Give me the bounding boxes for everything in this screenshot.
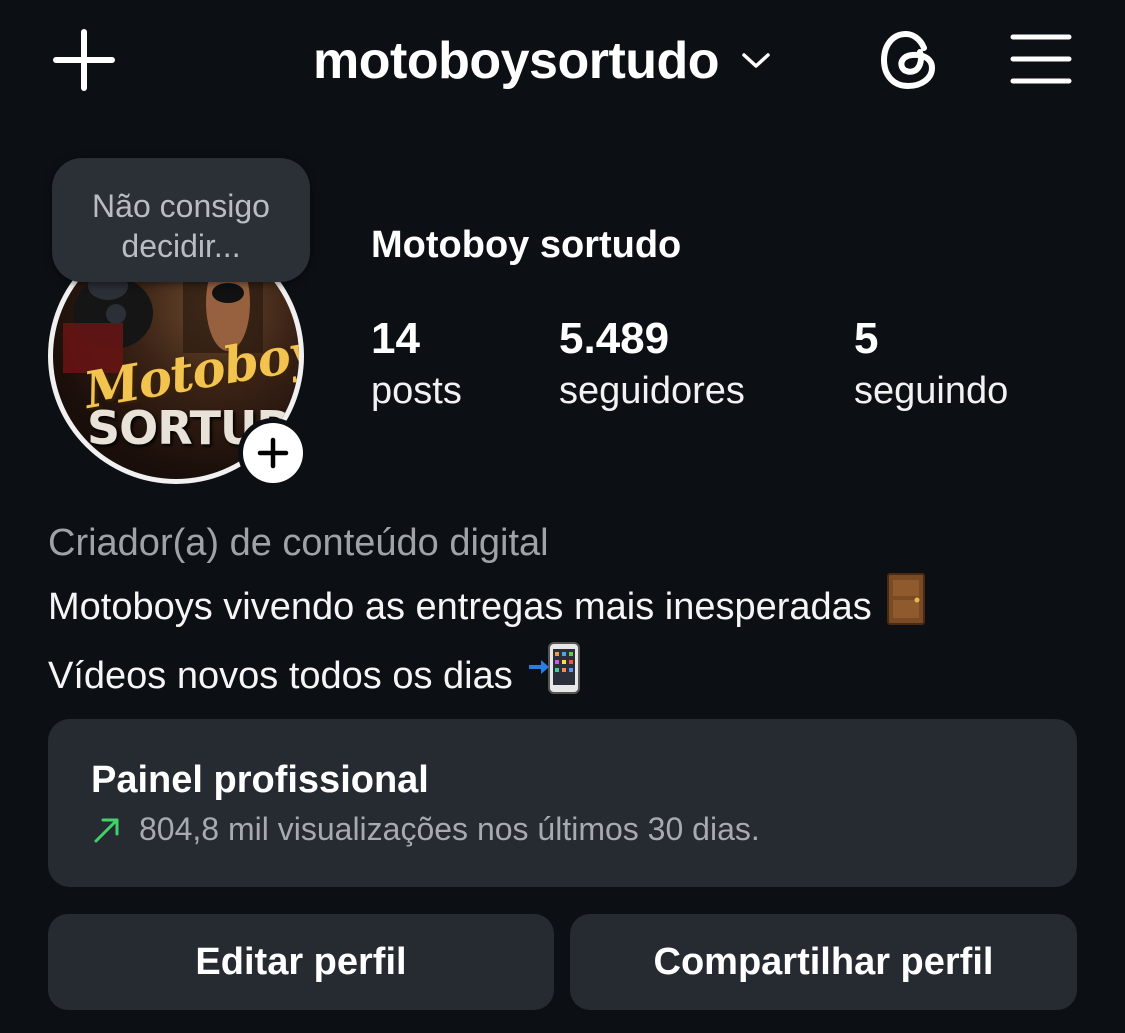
edit-profile-button[interactable]: Editar perfil bbox=[48, 914, 554, 1010]
bio-line-1: Motoboys vivendo as entregas mais inespe… bbox=[48, 585, 872, 628]
chevron-down-icon bbox=[742, 53, 770, 68]
door-emoji bbox=[886, 572, 926, 641]
create-button[interactable] bbox=[52, 28, 116, 92]
add-story-button[interactable] bbox=[238, 418, 308, 488]
bio-line-2: Vídeos novos todos os dias bbox=[48, 654, 513, 697]
threads-button[interactable] bbox=[876, 26, 942, 94]
stat-followers-label: seguidores bbox=[559, 370, 745, 412]
add-story-circle bbox=[243, 423, 303, 483]
bio-line: Motoboys vivendo as entregas mais inespe… bbox=[48, 572, 926, 641]
profile-category: Criador(a) de conteúdo digital bbox=[48, 522, 549, 564]
bio-line: Vídeos novos todos os dias bbox=[48, 641, 926, 710]
stat-followers[interactable]: 5.489 seguidores bbox=[559, 312, 745, 416]
share-profile-button[interactable]: Compartilhar perfil bbox=[570, 914, 1077, 1010]
mobile-phone-with-arrow-emoji bbox=[527, 641, 583, 710]
profile-note-text: Não consigo decidir... bbox=[92, 188, 270, 264]
display-name: Motoboy sortudo bbox=[371, 224, 682, 266]
professional-dashboard-title: Painel profissional bbox=[91, 759, 429, 801]
account-switcher[interactable]: motoboysortudo bbox=[313, 28, 771, 94]
stat-posts[interactable]: 14 posts bbox=[371, 312, 462, 416]
hamburger-menu-icon bbox=[1010, 34, 1072, 84]
professional-dashboard-summary: 804,8 mil visualizações nos últimos 30 d… bbox=[139, 811, 760, 847]
stat-following[interactable]: 5 seguindo bbox=[854, 312, 1008, 416]
plus-icon bbox=[257, 437, 289, 469]
username: motoboysortudo bbox=[313, 32, 720, 90]
professional-dashboard-summary-row: 804,8 mil visualizações nos últimos 30 d… bbox=[91, 811, 760, 848]
threads-icon bbox=[880, 30, 936, 90]
note-bubble-tail-dot bbox=[106, 304, 126, 324]
stat-following-label: seguindo bbox=[854, 370, 1009, 412]
stat-posts-value: 14 bbox=[371, 314, 420, 363]
stat-posts-label: posts bbox=[371, 370, 462, 412]
stat-following-value: 5 bbox=[854, 314, 879, 363]
menu-button[interactable] bbox=[1010, 32, 1072, 86]
profile-bio: Motoboys vivendo as entregas mais inespe… bbox=[48, 572, 926, 710]
professional-dashboard-card[interactable]: Painel profissional 804,8 mil visualizaç… bbox=[48, 719, 1077, 887]
stat-followers-value: 5.489 bbox=[559, 314, 670, 363]
plus-icon bbox=[53, 29, 115, 91]
trend-up-arrow-icon bbox=[94, 818, 119, 842]
profile-note[interactable]: Não consigo decidir... bbox=[52, 158, 310, 282]
